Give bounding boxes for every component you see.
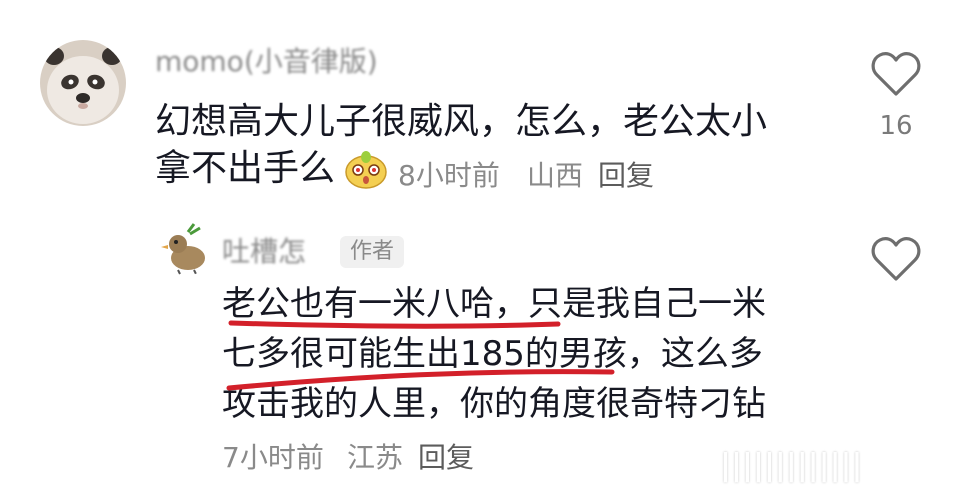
watermark: ||||||||||||| — [720, 448, 863, 483]
underline-1 — [228, 320, 561, 329]
reply-time: 7小时前 — [222, 441, 324, 474]
heart-outline-icon[interactable] — [870, 235, 922, 283]
reply-reply-button[interactable]: 回复 — [418, 436, 474, 476]
reply-location: 江苏 — [347, 441, 404, 474]
underline-2 — [226, 369, 615, 391]
red-underline-marks — [226, 320, 615, 391]
